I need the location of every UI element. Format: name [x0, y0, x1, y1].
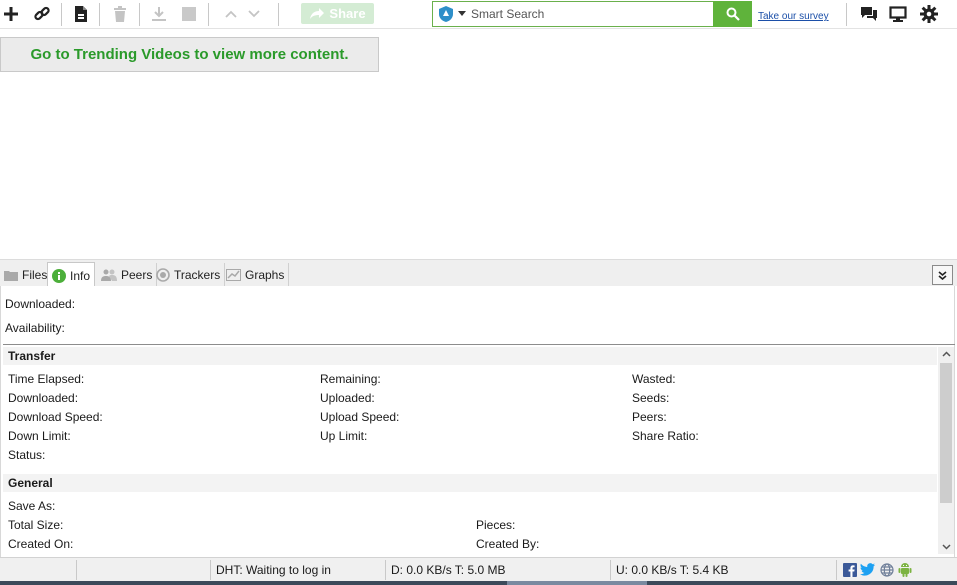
- taskbar-highlight: [507, 581, 647, 585]
- general-section-title: General: [3, 474, 937, 492]
- folder-icon: [4, 270, 18, 281]
- toolbar: Share Take our survey: [0, 0, 957, 29]
- statusbar-separator: [210, 560, 211, 580]
- smart-search-box[interactable]: [432, 1, 713, 27]
- seeds-label: Seeds:: [632, 391, 670, 405]
- facebook-icon[interactable]: [842, 562, 857, 577]
- dht-status: DHT: Waiting to log in: [216, 563, 331, 577]
- move-up-icon[interactable]: [220, 3, 242, 25]
- status-label: Status:: [8, 448, 46, 462]
- statusbar-separator: [836, 560, 837, 580]
- info-panel: Downloaded: Availability: Transfer Time …: [0, 286, 955, 557]
- vertical-scrollbar[interactable]: [938, 347, 954, 554]
- peers-label: Peers:: [632, 410, 667, 424]
- created-by-label: Created By:: [476, 537, 540, 551]
- delete-icon[interactable]: [109, 3, 131, 25]
- chevron-down-icon[interactable]: [458, 11, 466, 16]
- uploaded-label: Uploaded:: [320, 391, 375, 405]
- upload-speed-label: Upload Speed:: [320, 410, 400, 424]
- status-bar: DHT: Waiting to log in D: 0.0 KB/s T: 5.…: [0, 557, 957, 581]
- scroll-up-icon[interactable]: [941, 349, 951, 359]
- toolbar-separator: [99, 3, 100, 26]
- create-torrent-icon[interactable]: [70, 3, 92, 25]
- tab-peers-label: Peers: [121, 268, 153, 282]
- scroll-down-icon[interactable]: [941, 542, 951, 552]
- tab-peers[interactable]: Peers: [97, 263, 158, 287]
- taskbar-strip: [0, 581, 957, 585]
- share-ratio-label: Share Ratio:: [632, 429, 699, 443]
- download-status[interactable]: D: 0.0 KB/s T: 5.0 MB: [391, 563, 506, 577]
- scrollbar-thumb[interactable]: [940, 363, 952, 503]
- share-button-label: Share: [329, 6, 366, 21]
- toolbar-separator: [278, 3, 279, 26]
- survey-link[interactable]: Take our survey: [758, 11, 829, 22]
- divider: [3, 344, 955, 345]
- trackers-icon: [156, 268, 170, 282]
- transfer-section-title: Transfer: [3, 347, 937, 365]
- stop-icon[interactable]: [178, 3, 200, 25]
- time-elapsed-label: Time Elapsed:: [8, 372, 85, 386]
- trending-videos-banner[interactable]: Go to Trending Videos to view more conte…: [0, 37, 379, 72]
- search-button[interactable]: [713, 1, 752, 27]
- search-icon: [726, 7, 740, 21]
- twitter-icon[interactable]: [860, 562, 875, 577]
- tab-trackers-label: Trackers: [174, 268, 221, 282]
- download-icon[interactable]: [148, 3, 170, 25]
- double-chevron-down-icon: [938, 270, 947, 280]
- collapse-panel-button[interactable]: [932, 265, 953, 285]
- globe-icon[interactable]: [879, 562, 894, 577]
- peers-icon: [101, 269, 117, 281]
- down-limit-label: Down Limit:: [8, 429, 71, 443]
- remote-icon[interactable]: [887, 3, 909, 25]
- tab-trackers[interactable]: Trackers: [152, 263, 226, 287]
- statusbar-separator: [385, 560, 386, 580]
- settings-icon[interactable]: [918, 3, 940, 25]
- wasted-label: Wasted:: [632, 372, 676, 386]
- tab-graphs-label: Graphs: [245, 268, 285, 282]
- share-button[interactable]: Share: [301, 3, 374, 24]
- pieces-label: Pieces:: [476, 518, 516, 532]
- upload-status[interactable]: U: 0.0 KB/s T: 5.4 KB: [616, 563, 729, 577]
- total-size-label: Total Size:: [8, 518, 64, 532]
- add-torrent-icon[interactable]: [0, 3, 22, 25]
- tab-info[interactable]: Info: [47, 262, 96, 288]
- remaining-label: Remaining:: [320, 372, 381, 386]
- toolbar-separator: [61, 3, 62, 26]
- tab-files[interactable]: Files: [0, 263, 53, 287]
- statusbar-separator: [610, 560, 611, 580]
- shield-icon[interactable]: [439, 6, 453, 22]
- up-limit-label: Up Limit:: [320, 429, 368, 443]
- download-speed-label: Download Speed:: [8, 410, 103, 424]
- tab-graphs[interactable]: Graphs: [222, 263, 290, 287]
- toolbar-separator: [139, 3, 140, 26]
- downloaded-label: Downloaded:: [8, 391, 79, 405]
- add-url-icon[interactable]: [31, 3, 53, 25]
- graph-icon: [226, 269, 241, 281]
- move-down-icon[interactable]: [243, 3, 265, 25]
- share-arrow-icon: [310, 7, 325, 19]
- details-tab-bar: Files Info Peers Trackers Graphs: [0, 259, 957, 288]
- save-as-label: Save As:: [8, 499, 56, 513]
- search-input[interactable]: [471, 5, 707, 23]
- android-icon[interactable]: [897, 562, 912, 577]
- chat-icon[interactable]: [858, 3, 880, 25]
- tab-info-label: Info: [70, 268, 91, 283]
- tab-files-label: Files: [22, 268, 48, 282]
- statusbar-separator: [76, 560, 77, 580]
- downloaded-label: Downloaded:: [5, 297, 76, 311]
- availability-label: Availability:: [5, 321, 65, 335]
- toolbar-separator: [208, 3, 209, 26]
- toolbar-separator: [846, 3, 847, 26]
- info-icon: [52, 268, 66, 283]
- created-on-label: Created On:: [8, 537, 74, 551]
